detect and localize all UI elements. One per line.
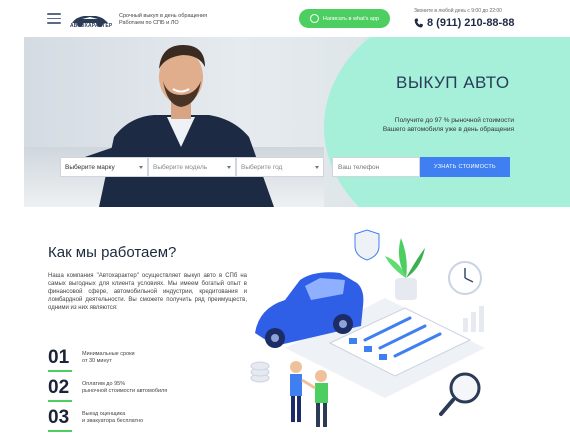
year-select-placeholder: Выберите год — [241, 163, 283, 171]
step-text-line-2: рыночной стоимости автомобиля — [82, 388, 168, 394]
list-item: 02 Оплатим до 95% рыночной стоимости авт… — [48, 377, 167, 402]
step-text-line-1: Выезд оценщика — [82, 410, 126, 417]
step-text: Оплатим до 95% рыночной стоимости автомо… — [82, 381, 167, 396]
step-number: 02 — [48, 377, 78, 402]
call-hours-note: Звоните в любой день с 9:00 до 22:00 — [414, 8, 502, 14]
whatsapp-button[interactable]: Написать в what's app — [299, 9, 390, 28]
site-header: АВТОХАРАКТЕР Срочный выкуп в день обраще… — [0, 0, 570, 36]
phone-number: 8 (911) 210-88-88 — [427, 17, 515, 29]
logo-text: АВТОХАРАКТЕР — [70, 23, 113, 29]
chevron-down-icon — [315, 166, 319, 169]
section-title: Как мы работаем? — [48, 244, 177, 261]
get-price-button[interactable]: УЗНАТЬ СТОИМОСТЬ — [420, 157, 510, 177]
hero-man-image — [61, 45, 274, 207]
model-select-placeholder: Выберите модель — [153, 163, 208, 171]
chevron-down-icon — [139, 166, 143, 169]
hero-subtitle-line-2: Вашего автомобиля уже в день обращения — [382, 126, 514, 133]
deal-illustration — [250, 229, 485, 427]
brand-select-value: Выберите марку — [65, 163, 115, 171]
step-text: Выезд оценщика и эвакуатора бесплатно — [82, 411, 143, 426]
step-text: Минимальные сроки от 30 минут — [82, 351, 135, 366]
step-text-line-2: от 30 минут — [82, 358, 112, 364]
whatsapp-button-label: Написать в what's app — [322, 15, 380, 22]
hero-subtitle: Получите до 97 % рыночной стоимости Ваше… — [383, 116, 514, 134]
valuation-form: Выберите марку Выберите модель Выберите … — [60, 157, 510, 177]
step-text-line-1: Минимальные сроки — [82, 350, 135, 357]
step-number: 01 — [48, 347, 78, 372]
phone-input[interactable] — [332, 157, 420, 177]
tagline-line-2: Работаем по СПБ и ЛО — [119, 20, 179, 26]
hero-banner: ВЫКУП АВТО Получите до 97 % рыночной сто… — [24, 37, 570, 207]
section-description: Наша компания "Автохарактер" осуществляе… — [48, 273, 247, 311]
header-phone[interactable]: 8 (911) 210-88-88 — [414, 17, 514, 29]
chevron-down-icon — [227, 166, 231, 169]
hero-title: ВЫКУП АВТО — [396, 73, 510, 92]
step-number: 03 — [48, 407, 78, 432]
whatsapp-icon — [309, 14, 319, 23]
list-item: 01 Минимальные сроки от 30 минут — [48, 347, 167, 372]
hero-subtitle-line-1: Получите до 97 % рыночной стоимости — [394, 117, 514, 124]
year-select[interactable]: Выберите год — [236, 157, 324, 177]
menu-icon[interactable] — [47, 13, 61, 24]
step-text-line-2: и эвакуатора бесплатно — [82, 418, 144, 424]
brand-select[interactable]: Выберите марку — [60, 157, 148, 177]
steps-list: 01 Минимальные сроки от 30 минут 02 Опла… — [48, 347, 167, 437]
tagline-line-1: Срочный выкуп в день обращения — [119, 13, 208, 19]
phone-icon — [414, 18, 423, 28]
step-text-line-1: Оплатим до 95% — [82, 380, 126, 387]
header-tagline: Срочный выкуп в день обращения Работаем … — [119, 13, 207, 27]
list-item: 03 Выезд оценщика и эвакуатора бесплатно — [48, 407, 167, 432]
model-select[interactable]: Выберите модель — [148, 157, 236, 177]
